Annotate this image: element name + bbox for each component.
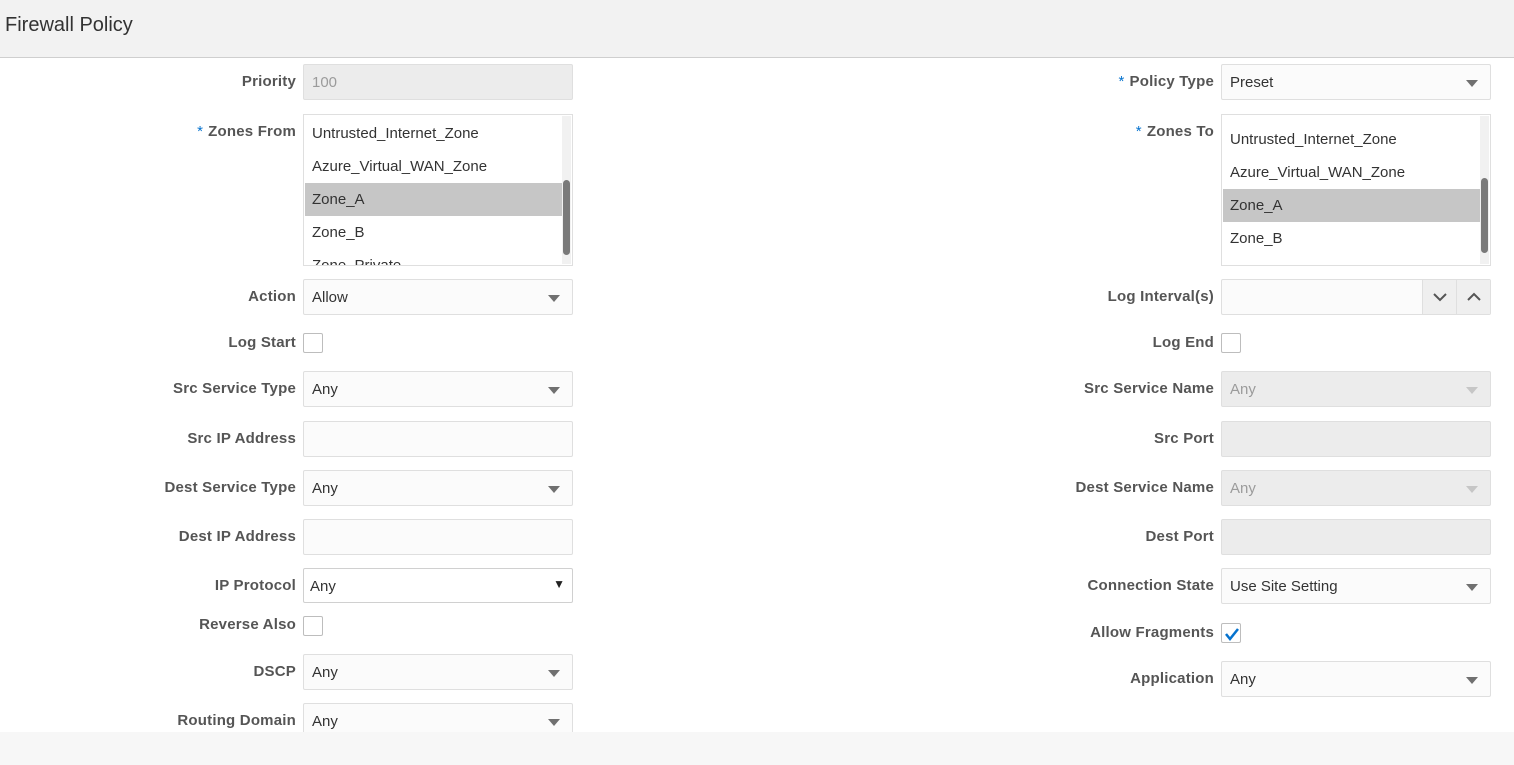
ip-protocol-label: IP Protocol: [214, 577, 296, 594]
priority-label: Priority: [241, 73, 296, 90]
action-select[interactable]: Allow: [303, 279, 573, 315]
decrement-button[interactable]: [1422, 280, 1456, 314]
action-value: Allow: [312, 289, 348, 306]
required-marker: *: [1135, 123, 1142, 140]
dscp-value: Any: [312, 664, 338, 681]
routing-domain-label: Routing Domain: [177, 712, 296, 729]
policy-type-value: Preset: [1230, 74, 1274, 91]
caret-down-icon: ▼: [553, 577, 565, 591]
src-service-name-value: Any: [1230, 381, 1256, 398]
policy-type-select[interactable]: Preset: [1221, 64, 1491, 100]
dest-service-name-select[interactable]: Any: [1221, 470, 1491, 506]
zones-to-scroll-thumb[interactable]: [1481, 178, 1488, 253]
ip-protocol-select[interactable]: Any ▼: [303, 568, 573, 603]
policy-type-label-text: Policy Type: [1129, 73, 1214, 90]
dest-service-name-value: Any: [1230, 480, 1256, 497]
zones-to-option[interactable]: Untrusted_Internet_Zone: [1223, 123, 1481, 156]
dest-service-type-value: Any: [312, 480, 338, 497]
required-marker: *: [197, 123, 204, 140]
log-interval-label: Log Interval(s): [1107, 288, 1214, 305]
dest-port-input[interactable]: [1221, 519, 1491, 555]
required-marker: *: [1118, 73, 1125, 90]
log-end-checkbox[interactable]: [1221, 333, 1241, 353]
src-port-input[interactable]: [1221, 421, 1491, 457]
dscp-select[interactable]: Any: [303, 654, 573, 690]
chevron-down-icon: [1466, 80, 1478, 87]
dest-port-label: Dest Port: [1145, 528, 1214, 545]
zones-from-option[interactable]: Azure_Virtual_WAN_Zone: [305, 150, 563, 183]
connection-state-label: Connection State: [1087, 577, 1214, 594]
application-select[interactable]: Any: [1221, 661, 1491, 697]
chevron-up-icon: [1467, 292, 1481, 301]
log-interval-spinner[interactable]: [1221, 279, 1491, 315]
routing-domain-select[interactable]: Any: [303, 703, 573, 732]
connection-state-value: Use Site Setting: [1230, 578, 1338, 595]
firewall-policy-page: Firewall Policy Priority 100 * Zones From…: [0, 0, 1514, 765]
zones-from-label-text: Zones From: [208, 123, 296, 140]
src-service-name-select[interactable]: Any: [1221, 371, 1491, 407]
chevron-down-icon: [1466, 677, 1478, 684]
dest-ip-address-input[interactable]: [303, 519, 573, 555]
zones-from-scroll-thumb[interactable]: [563, 180, 570, 255]
priority-value: 100: [312, 74, 338, 91]
zones-to-label: * Zones To: [1136, 123, 1214, 140]
src-service-type-label: Src Service Type: [173, 380, 296, 397]
application-value: Any: [1230, 671, 1256, 688]
checkmark-icon: [1225, 628, 1239, 642]
action-label: Action: [248, 288, 296, 305]
zones-from-label: * Zones From: [197, 123, 296, 140]
dest-ip-address-label: Dest IP Address: [178, 528, 296, 545]
dest-service-type-select[interactable]: Any: [303, 470, 573, 506]
chevron-down-icon: [548, 387, 560, 394]
reverse-also-label: Reverse Also: [199, 616, 296, 633]
policy-form: Priority 100 * Zones From Untrusted_Inter…: [0, 58, 1514, 732]
routing-domain-value: Any: [312, 713, 338, 730]
zones-to-scrollbar[interactable]: [1480, 116, 1489, 264]
reverse-also-checkbox[interactable]: [303, 616, 323, 636]
dest-service-type-label: Dest Service Type: [164, 479, 296, 496]
page-title: Firewall Policy: [5, 14, 133, 36]
src-service-type-value: Any: [312, 381, 338, 398]
application-label: Application: [1130, 670, 1214, 687]
zones-from-listbox[interactable]: Untrusted_Internet_Zone Azure_Virtual_WA…: [303, 114, 573, 266]
zones-from-option-selected[interactable]: Zone_A: [305, 183, 563, 216]
zones-to-option[interactable]: Azure_Virtual_WAN_Zone: [1223, 156, 1481, 189]
connection-state-select[interactable]: Use Site Setting: [1221, 568, 1491, 604]
priority-input[interactable]: 100: [303, 64, 573, 100]
chevron-down-icon: [548, 719, 560, 726]
src-service-type-select[interactable]: Any: [303, 371, 573, 407]
log-start-label: Log Start: [228, 334, 296, 351]
zones-to-option-selected[interactable]: Zone_A: [1223, 189, 1481, 222]
policy-type-label: * Policy Type: [1119, 73, 1215, 90]
chevron-down-icon: [1466, 387, 1478, 394]
log-end-label: Log End: [1152, 334, 1214, 351]
zones-from-scrollbar[interactable]: [562, 116, 571, 264]
chevron-down-icon: [548, 486, 560, 493]
src-service-name-label: Src Service Name: [1084, 380, 1214, 397]
chevron-down-icon: [548, 670, 560, 677]
chevron-down-icon: [1466, 486, 1478, 493]
zones-to-label-text: Zones To: [1146, 123, 1214, 140]
chevron-down-icon: [548, 295, 560, 302]
dscp-label: DSCP: [253, 663, 296, 680]
page-footer: [0, 732, 1514, 765]
log-start-checkbox[interactable]: [303, 333, 323, 353]
dest-service-name-label: Dest Service Name: [1075, 479, 1214, 496]
zones-from-option[interactable]: Untrusted_Internet_Zone: [305, 117, 563, 150]
chevron-down-icon: [1433, 293, 1447, 302]
zones-from-option[interactable]: Zone_Private: [305, 249, 563, 265]
src-port-label: Src Port: [1154, 430, 1214, 447]
allow-fragments-label: Allow Fragments: [1090, 624, 1214, 641]
allow-fragments-checkbox[interactable]: [1221, 623, 1241, 643]
zones-to-option[interactable]: Zone_B: [1223, 222, 1481, 255]
src-ip-address-input[interactable]: [303, 421, 573, 457]
chevron-down-icon: [1466, 584, 1478, 591]
zones-from-option[interactable]: Zone_B: [305, 216, 563, 249]
ip-protocol-value: Any: [310, 578, 336, 595]
src-ip-address-label: Src IP Address: [187, 430, 296, 447]
zones-to-listbox[interactable]: Untrusted_Internet_Zone Azure_Virtual_WA…: [1221, 114, 1491, 266]
page-header: Firewall Policy: [0, 0, 1514, 58]
increment-button[interactable]: [1456, 280, 1490, 314]
